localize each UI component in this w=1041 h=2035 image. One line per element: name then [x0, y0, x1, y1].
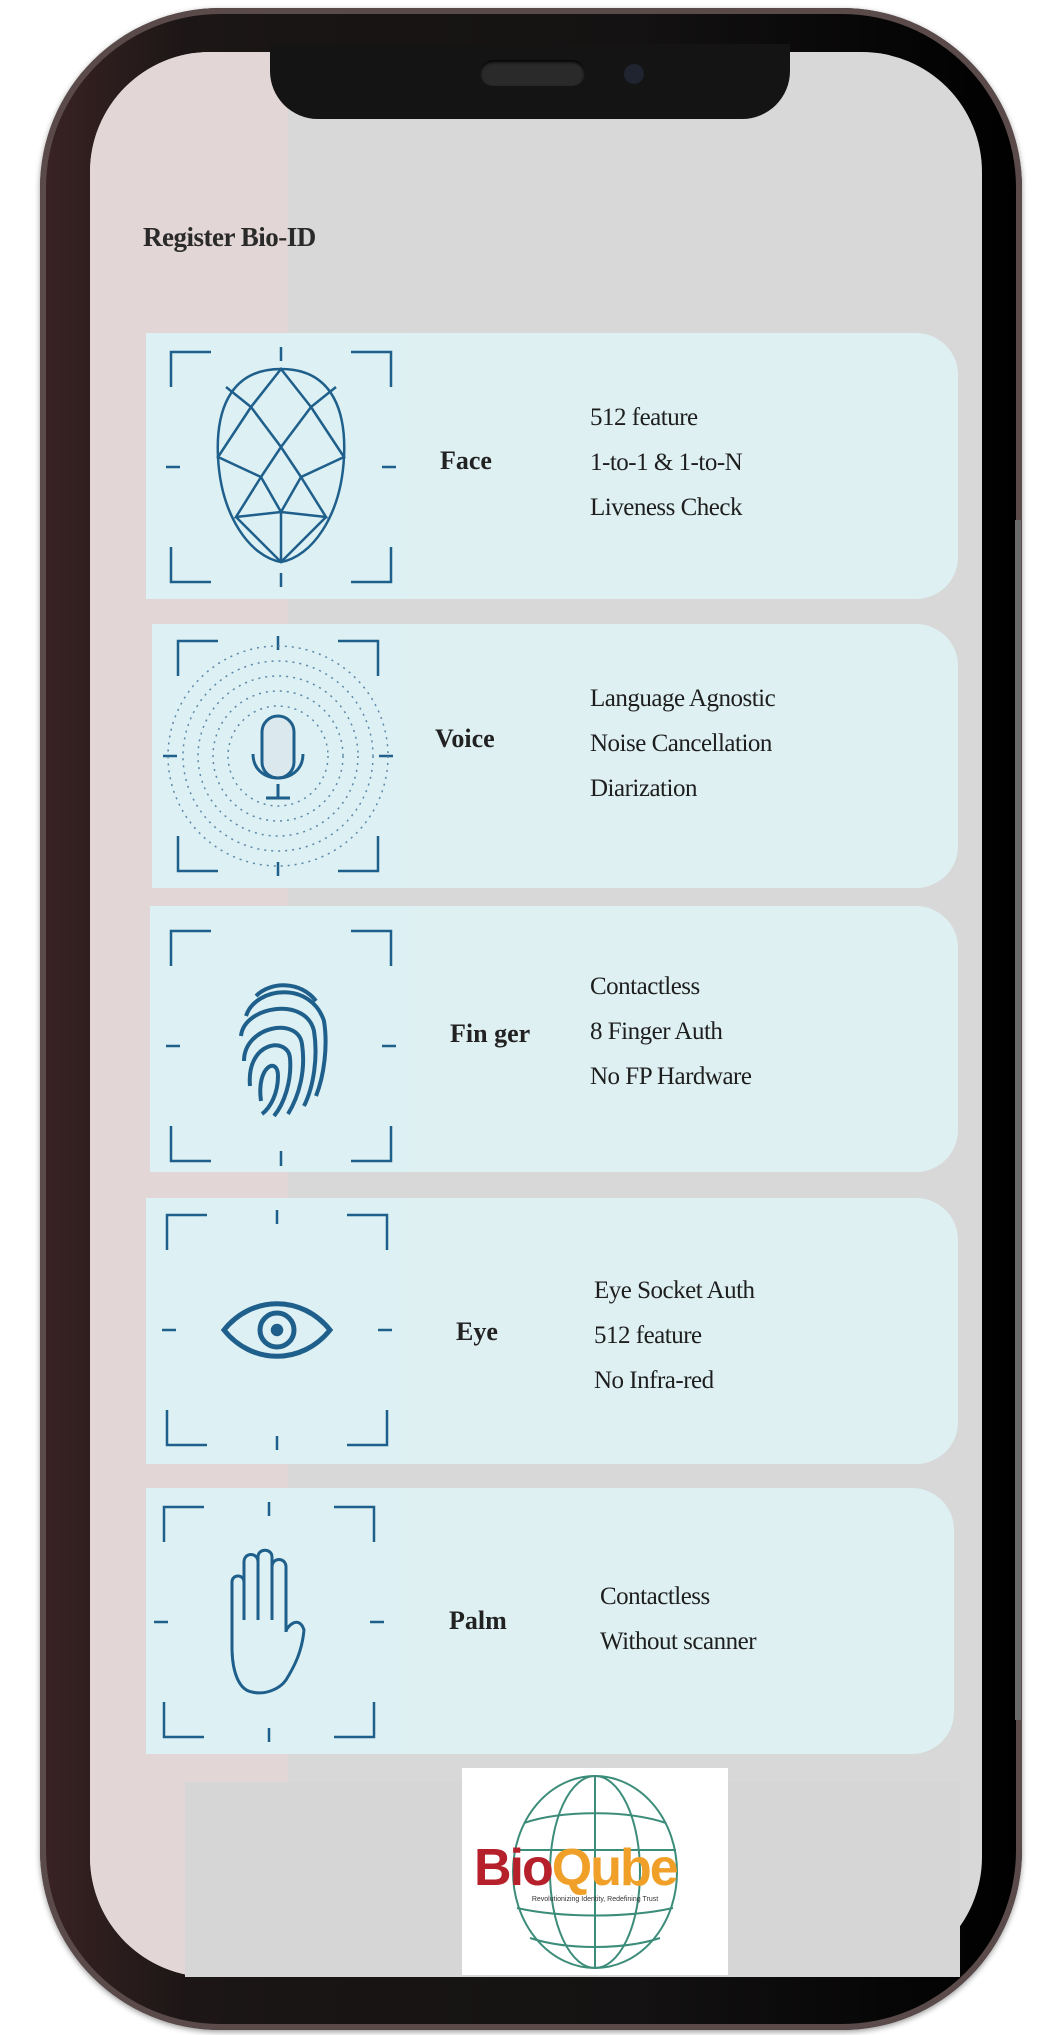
card-label: Fin ger [450, 1019, 531, 1048]
card-label: Palm [449, 1606, 507, 1635]
fingerprint-icon [166, 929, 396, 1166]
feature-item: 512 feature [590, 404, 698, 431]
face-mesh-icon [166, 347, 396, 587]
voice-icon-box [152, 624, 406, 888]
card-voice[interactable]: Voice Language Agnostic Noise Cancellati… [152, 624, 958, 888]
finger-icon-box [150, 906, 410, 1172]
feature-list: 512 feature 1-to-1 & 1-to-N Liveness Che… [590, 395, 743, 530]
feature-list: Language Agnostic Noise Cancellation Dia… [590, 676, 776, 811]
feature-item: Liveness Check [590, 494, 742, 521]
card-finger[interactable]: Fin ger Contactless 8 Finger Auth No FP … [150, 906, 958, 1172]
logo-bio: Bio [474, 1839, 554, 1897]
page-title: Register Bio-ID [143, 222, 316, 252]
bioqube-logo: BioQube Revolutionizing Identity, Redefi… [462, 1768, 728, 1975]
feature-item: 512 feature [594, 1322, 702, 1349]
feature-item: Language Agnostic [590, 685, 776, 712]
card-label: Face [440, 446, 492, 475]
speaker-icon [480, 60, 585, 86]
feature-item: Contactless [590, 973, 700, 1000]
card-palm[interactable]: Palm Contactless Without scanner [146, 1488, 954, 1754]
card-label: Eye [456, 1317, 498, 1346]
feature-item: Without scanner [600, 1628, 757, 1655]
microphone-icon [163, 636, 393, 876]
palm-icon [154, 1502, 384, 1742]
feature-item: Eye Socket Auth [594, 1277, 755, 1304]
feature-item: No Infra-red [594, 1367, 714, 1394]
eye-icon [162, 1210, 392, 1450]
logo-tagline: Revolutionizing Identity, Redefining Tru… [531, 1896, 659, 1903]
phone-side-button [1015, 520, 1021, 1720]
camera-icon [624, 64, 644, 84]
feature-item: Noise Cancellation [590, 730, 772, 757]
feature-list: Contactless Without scanner [600, 1574, 757, 1664]
feature-item: 1-to-1 & 1-to-N [590, 449, 743, 476]
feature-list: Eye Socket Auth 512 feature No Infra-red [594, 1268, 755, 1403]
logo-wordmark: BioQube [474, 1838, 679, 1898]
card-face[interactable]: Face 512 feature 1-to-1 & 1-to-N Livenes… [146, 333, 958, 599]
feature-list: Contactless 8 Finger Auth No FP Hardware [590, 964, 752, 1099]
logo-qube: Qube [551, 1839, 679, 1897]
card-label: Voice [435, 724, 495, 753]
face-icon-box [146, 333, 406, 599]
feature-item: 8 Finger Auth [590, 1018, 723, 1045]
feature-item: Diarization [590, 775, 697, 802]
eye-icon-box [146, 1198, 406, 1464]
card-eye[interactable]: Eye Eye Socket Auth 512 feature No Infra… [146, 1198, 958, 1464]
feature-item: Contactless [600, 1583, 710, 1610]
palm-icon-box [146, 1488, 402, 1754]
feature-item: No FP Hardware [590, 1063, 752, 1090]
